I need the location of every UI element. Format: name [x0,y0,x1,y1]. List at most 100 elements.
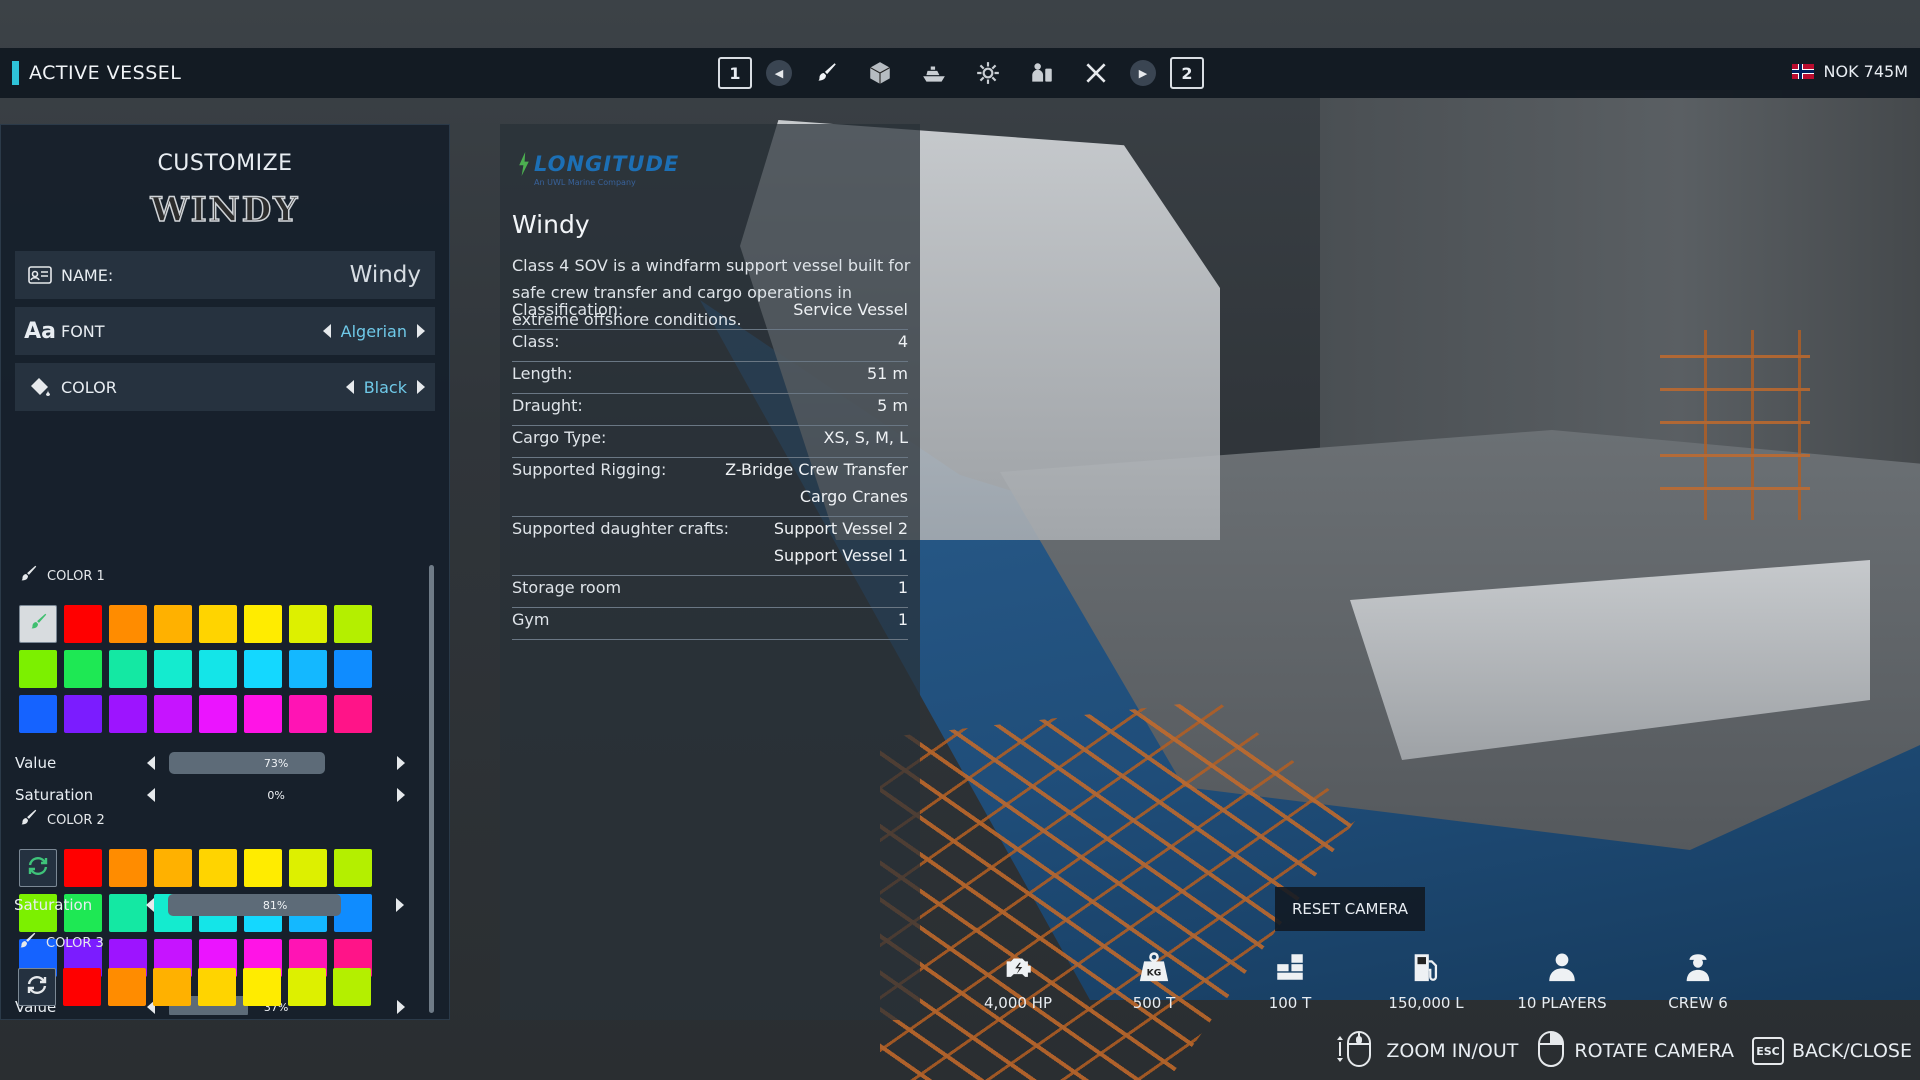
color-swatch[interactable] [64,605,102,643]
stat-crew: CREW 6 [1630,950,1766,1016]
prev-category-button[interactable]: ◀ [766,60,792,86]
spec-row: Class: 4 [512,328,908,362]
color1-header: COLOR 1 [17,563,105,589]
color-swatch[interactable] [63,968,101,1006]
back-hint-text[interactable]: BACK/CLOSE [1792,1040,1912,1062]
color-swatch[interactable] [108,968,146,1006]
color-swatch[interactable] [64,695,102,733]
color-swatch[interactable] [64,849,102,887]
font-row[interactable]: Aa FONT Algerian [15,307,435,355]
color-swatch[interactable] [289,650,327,688]
cargo-box-icon[interactable] [860,57,900,89]
weight-badge-text: KG [1147,968,1162,979]
color-swatch[interactable] [244,695,282,733]
color-swatch[interactable] [19,650,57,688]
color-swatch[interactable] [198,968,236,1006]
color-swatch[interactable] [334,605,372,643]
color-swatch[interactable] [244,650,282,688]
name-value[interactable]: Windy [350,262,425,288]
font-selector[interactable]: Algerian [322,322,425,341]
color-swatch[interactable] [244,849,282,887]
color-swatch[interactable] [109,849,147,887]
color1-saturation-track[interactable]: 0% [169,784,383,806]
color-swatch[interactable] [199,650,237,688]
refresh-swatch[interactable] [18,968,56,1006]
color-swatch[interactable] [199,695,237,733]
spec-value-line: 4 [897,332,908,351]
color-swatch[interactable] [109,605,147,643]
currency-display: NOK 745M [1791,62,1908,81]
font-prev-arrow-icon[interactable] [322,324,331,338]
color1-value-label: Value [15,754,57,772]
color-swatch[interactable] [244,605,282,643]
color-selector[interactable]: Black [345,377,425,397]
engine-gear-icon[interactable] [968,57,1008,89]
next-category-button[interactable]: ▶ [1130,60,1156,86]
back-hint[interactable]: ESC BACK/CLOSE [1751,1037,1912,1065]
mouse-scroll-icon [1334,1028,1378,1075]
color-swatch[interactable] [153,968,191,1006]
color2-saturation-track[interactable]: 81% [168,894,382,916]
color-swatch[interactable] [199,605,237,643]
color-swatch[interactable] [289,695,327,733]
color-swatch[interactable] [333,968,371,1006]
crew-value: CREW 6 [1668,994,1728,1012]
color-swatch[interactable] [154,650,192,688]
esc-key-icon[interactable]: ESC [1751,1037,1784,1065]
color1-value-slider[interactable]: Value 73% [15,752,405,774]
brush-icon [17,807,39,833]
color1-saturation-increase-icon[interactable] [397,788,405,802]
color-swatch[interactable] [334,650,372,688]
color1-value-increase-icon[interactable] [397,756,405,770]
reset-camera-button[interactable]: RESET CAMERA [1275,887,1425,931]
color2-value-increase-icon[interactable] [397,1000,405,1014]
color1-value-decrease-icon[interactable] [147,756,156,770]
color-swatch[interactable] [109,695,147,733]
color-swatch[interactable] [288,968,326,1006]
color-value: Black [363,377,407,397]
color-swatch[interactable] [109,650,147,688]
stat-fuel: 150,000 L [1358,950,1494,1016]
vessel-icon[interactable] [914,57,954,89]
spec-row: Length: 51 m [512,360,908,394]
color-prev-arrow-icon[interactable] [345,380,354,394]
color-swatch[interactable] [64,650,102,688]
color-swatch[interactable] [154,605,192,643]
tools-icon[interactable] [1076,57,1116,89]
color-swatch[interactable] [289,849,327,887]
color2-saturation-slider[interactable] [15,1018,405,1040]
spec-value-line: 51 m [866,364,908,383]
color-swatch[interactable] [289,605,327,643]
eyedropper-swatch[interactable] [19,605,57,643]
color2-saturation-label: Saturation [14,896,93,914]
spec-row: Supported Rigging: Z-Bridge Crew Transfer… [512,456,908,517]
paint-brush-icon[interactable] [806,57,846,89]
color-next-arrow-icon[interactable] [417,380,425,394]
title-accent [12,61,19,85]
color2-saturation-row[interactable]: Saturation 81% [14,894,404,916]
crew-equipment-icon[interactable] [1022,57,1062,89]
color-swatch[interactable] [199,849,237,887]
color1-saturation-decrease-icon[interactable] [147,788,156,802]
color-swatch[interactable] [154,849,192,887]
color2-saturation-increase-icon[interactable] [396,898,404,912]
spec-value-line: Cargo Cranes [799,487,908,506]
color-swatch[interactable] [334,695,372,733]
palette-scroll-area[interactable]: COLOR 1 Value 73% Saturation 0% COLOR 2 … [1,435,431,1015]
color-swatch[interactable] [154,695,192,733]
color-swatch[interactable] [243,968,281,1006]
color1-saturation-slider[interactable]: Saturation 0% [15,784,405,806]
color-swatch[interactable] [334,849,372,887]
refresh-swatch[interactable] [19,849,57,887]
font-next-arrow-icon[interactable] [417,324,425,338]
next-key-hint[interactable]: 2 [1170,57,1204,89]
weight-icon: KG [1137,950,1171,988]
stat-cargo: 100 T [1222,950,1358,1016]
prev-key-hint[interactable]: 1 [718,57,752,89]
color1-value-track[interactable]: 73% [169,752,383,774]
color2-saturation-decrease-icon[interactable] [146,898,155,912]
spec-value-line: Service Vessel [793,300,908,319]
name-row[interactable]: NAME: Windy [15,251,435,299]
color-row[interactable]: COLOR Black [15,363,435,411]
color-swatch[interactable] [19,695,57,733]
